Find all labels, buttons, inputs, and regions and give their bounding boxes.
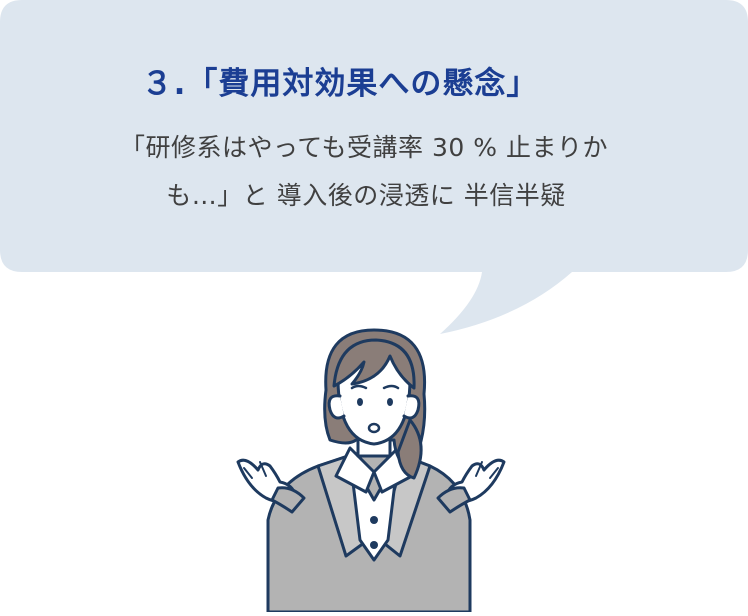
woman-shrugging-icon — [236, 328, 506, 614]
button — [370, 541, 378, 549]
eye-right — [387, 398, 393, 406]
button — [370, 516, 378, 524]
bubble-heading: ３.「費用対効果への懸念」 — [141, 66, 539, 102]
speech-bubble — [0, 0, 748, 334]
eye-left — [357, 398, 363, 406]
mouth — [367, 422, 381, 434]
bubble-text-line-1: 「研修系はやっても受講率 30 % 止まりか — [120, 133, 608, 162]
bubble-text-line-2: も…」と 導入後の浸透に 半信半疑 — [166, 181, 566, 210]
